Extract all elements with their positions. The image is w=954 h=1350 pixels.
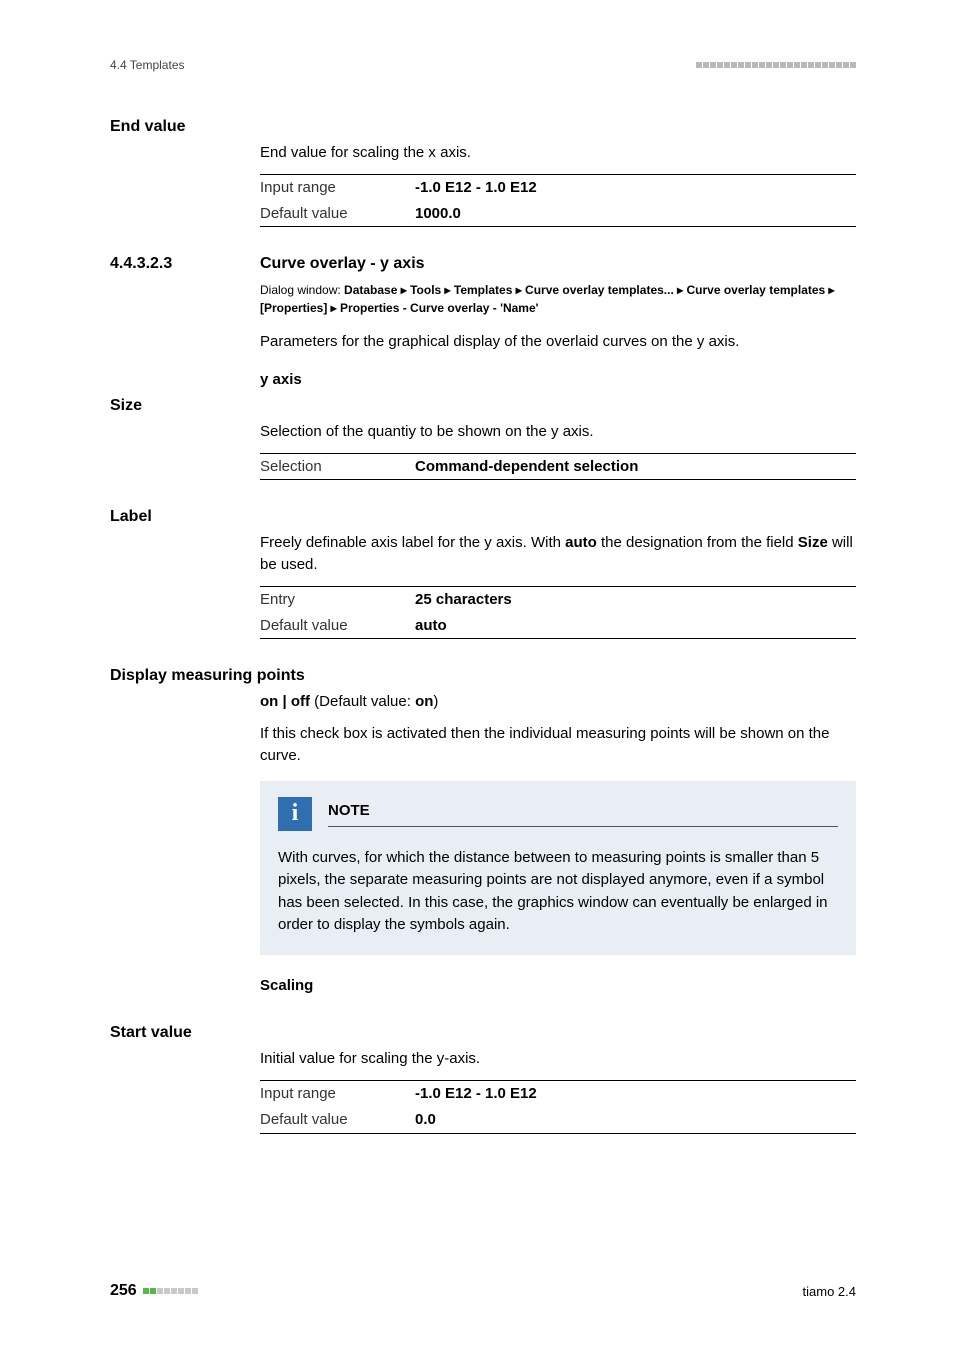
param-table: Entry 25 characters Default value auto <box>260 586 856 640</box>
dialog-path-text: Database ▸ Tools ▸ Templates ▸ Curve ove… <box>260 283 835 315</box>
scaling-subhead: Scaling <box>260 975 856 997</box>
param-start-value: Start value Initial value for scaling th… <box>110 1024 856 1133</box>
param-table: Input range -1.0 E12 - 1.0 E12 Default v… <box>260 174 856 228</box>
table-key: Selection <box>260 456 415 478</box>
table-key: Entry <box>260 589 415 611</box>
param-description: Selection of the quantiy to be shown on … <box>260 421 856 443</box>
header-section-ref: 4.4 Templates <box>110 58 185 72</box>
table-row: Default value auto <box>260 613 856 639</box>
param-table: Input range -1.0 E12 - 1.0 E12 Default v… <box>260 1080 856 1134</box>
note-callout: i NOTE With curves, for which the distan… <box>260 781 856 955</box>
param-label-field: Label Freely definable axis label for th… <box>110 508 856 639</box>
table-value: 0.0 <box>415 1109 436 1131</box>
product-name: tiamo 2.4 <box>803 1284 856 1299</box>
param-description: End value for scaling the x axis. <box>260 142 856 164</box>
table-row: Entry 25 characters <box>260 587 856 613</box>
param-label: Size <box>110 397 856 415</box>
table-row: Input range -1.0 E12 - 1.0 E12 <box>260 1081 856 1107</box>
info-icon: i <box>278 797 312 831</box>
page-number: 256 <box>110 1282 137 1300</box>
param-display-measuring-points: Display measuring points on | off (Defau… <box>110 667 856 996</box>
on-off-default: on | off (Default value: on) <box>260 691 856 713</box>
running-header: 4.4 Templates <box>110 58 856 72</box>
param-label: Display measuring points <box>110 667 856 685</box>
table-key: Default value <box>260 615 415 637</box>
table-key: Input range <box>260 1083 415 1105</box>
table-row: Selection Command-dependent selection <box>260 454 856 480</box>
param-label: End value <box>110 118 856 136</box>
table-row: Input range -1.0 E12 - 1.0 E12 <box>260 175 856 201</box>
table-row: Default value 0.0 <box>260 1107 856 1133</box>
dialog-path: Dialog window: Database ▸ Tools ▸ Templa… <box>260 281 856 317</box>
table-value: -1.0 E12 - 1.0 E12 <box>415 177 537 199</box>
table-value: Command-dependent selection <box>415 456 638 478</box>
param-description: If this check box is activated then the … <box>260 723 856 767</box>
param-table: Selection Command-dependent selection <box>260 453 856 481</box>
table-key: Default value <box>260 203 415 225</box>
table-key: Input range <box>260 177 415 199</box>
page-number-wrap: 256 <box>110 1282 198 1300</box>
header-ornament <box>696 62 856 68</box>
section-number: 4.4.3.2.3 <box>110 255 260 273</box>
note-title: NOTE <box>328 800 838 822</box>
param-label: Start value <box>110 1024 856 1042</box>
table-row: Default value 1000.0 <box>260 201 856 227</box>
table-value: 1000.0 <box>415 203 461 225</box>
param-description: Initial value for scaling the y-axis. <box>260 1048 856 1070</box>
section-intro: Parameters for the graphical display of … <box>260 331 856 353</box>
table-value: auto <box>415 615 447 637</box>
table-value: 25 characters <box>415 589 512 611</box>
note-body: With curves, for which the distance betw… <box>278 847 838 937</box>
param-label: Label <box>110 508 856 526</box>
dialog-prefix: Dialog window: <box>260 283 344 297</box>
table-key: Default value <box>260 1109 415 1131</box>
section-heading: 4.4.3.2.3 Curve overlay - y axis <box>110 255 856 273</box>
footer-ornament <box>143 1288 198 1294</box>
page-footer: 256 tiamo 2.4 <box>110 1282 856 1300</box>
param-end-value: End value End value for scaling the x ax… <box>110 118 856 227</box>
table-value: -1.0 E12 - 1.0 E12 <box>415 1083 537 1105</box>
section-title: Curve overlay - y axis <box>260 255 425 273</box>
yaxis-subhead: y axis <box>260 369 856 391</box>
param-size: Size Selection of the quantiy to be show… <box>110 397 856 481</box>
param-description: Freely definable axis label for the y ax… <box>260 532 856 576</box>
